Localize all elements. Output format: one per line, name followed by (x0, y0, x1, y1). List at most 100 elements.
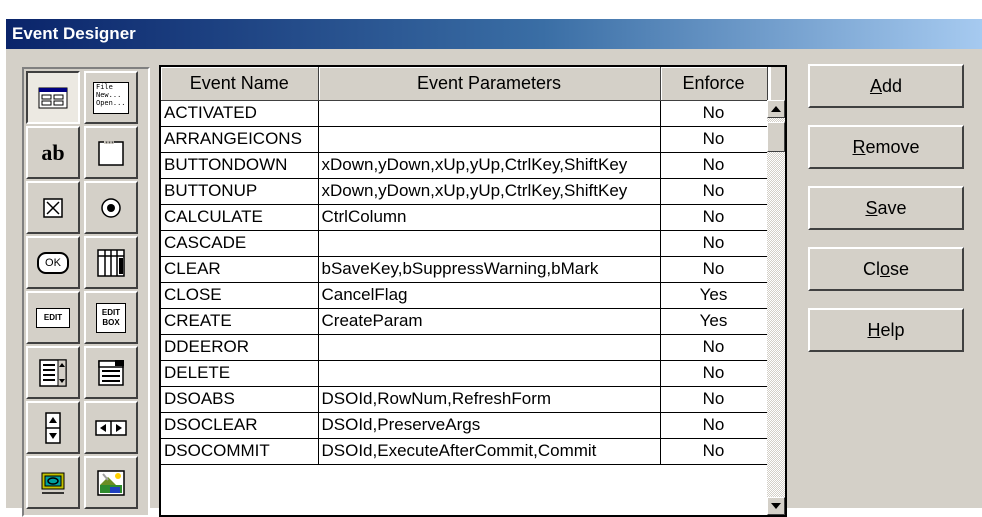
add-button[interactable]: Add (808, 64, 964, 108)
cell-event-name[interactable]: CLEAR (161, 256, 319, 283)
cell-event-parameters[interactable]: DSOId,PreserveArgs (318, 412, 661, 439)
cell-enforce[interactable]: Yes (660, 308, 768, 335)
cell-enforce[interactable]: No (660, 152, 768, 179)
edit-tool-icon[interactable]: EDIT (26, 291, 80, 344)
menu-tool-label: File New... Open... (93, 81, 129, 114)
cell-event-parameters[interactable] (318, 126, 661, 153)
event-table: Event Name Event Parameters Enforce ACTI… (161, 67, 768, 465)
table-row[interactable]: ACTIVATED No (161, 100, 768, 127)
edit-box-tool-icon[interactable]: EDIT BOX (84, 291, 138, 344)
cell-enforce[interactable]: No (660, 204, 768, 231)
form-tool-icon[interactable] (26, 71, 80, 124)
cell-event-name[interactable]: DSOABS (161, 386, 319, 413)
label-tool-text: ab (41, 139, 65, 165)
cell-enforce[interactable]: Yes (660, 282, 768, 309)
save-button[interactable]: Save (808, 186, 964, 230)
cell-event-name[interactable]: BUTTONDOWN (161, 152, 319, 179)
scroll-up-icon[interactable] (767, 100, 785, 118)
header-row: Event Name Event Parameters Enforce (161, 67, 768, 101)
cell-enforce[interactable]: No (660, 256, 768, 283)
title-bar[interactable]: Event Designer (6, 19, 982, 49)
horizontal-spin-tool-icon[interactable] (84, 401, 138, 454)
cell-event-name[interactable]: DSOCLEAR (161, 412, 319, 439)
cell-event-name[interactable]: DELETE (161, 360, 319, 387)
save-button-label: Save (865, 197, 907, 218)
cell-event-parameters[interactable]: xDown,yDown,xUp,yUp,CtrlKey,ShiftKey (318, 152, 661, 179)
table-row[interactable]: DSOCLEAR DSOId,PreserveArgs No (161, 412, 768, 439)
vertical-spin-tool-icon[interactable] (26, 401, 80, 454)
remove-button[interactable]: Remove (808, 125, 964, 169)
cell-event-parameters[interactable]: DSOId,ExecuteAfterCommit,Commit (318, 438, 661, 465)
column-header-event-parameters[interactable]: Event Parameters (318, 67, 661, 101)
cell-event-parameters[interactable]: CancelFlag (318, 282, 661, 309)
cell-enforce[interactable]: No (660, 230, 768, 257)
edit-box-tool-label: EDIT BOX (96, 302, 126, 333)
event-grid: Event Name Event Parameters Enforce ACTI… (159, 65, 787, 517)
table-row[interactable]: CREATE CreateParam Yes (161, 308, 768, 335)
cell-event-parameters[interactable] (318, 100, 661, 127)
table-row[interactable]: CASCADE No (161, 230, 768, 257)
cell-event-name[interactable]: DSOCOMMIT (161, 438, 319, 465)
cell-event-name[interactable]: CALCULATE (161, 204, 319, 231)
cell-enforce[interactable]: No (660, 100, 768, 127)
edit-tool-label: EDIT (36, 307, 70, 328)
cell-enforce[interactable]: No (660, 360, 768, 387)
command-button-tool-icon[interactable]: OK (26, 236, 80, 289)
close-button[interactable]: Close (808, 247, 964, 291)
label-tool-icon[interactable]: ab (26, 126, 80, 179)
ole-control-tool-icon[interactable] (26, 456, 80, 509)
table-row[interactable]: ARRANGEICONS No (161, 126, 768, 153)
grid-tool-icon[interactable] (84, 236, 138, 289)
cell-event-parameters[interactable] (318, 230, 661, 257)
cell-enforce[interactable]: No (660, 438, 768, 465)
cell-event-parameters[interactable]: bSaveKey,bSuppressWarning,bMark (318, 256, 661, 283)
cell-event-parameters[interactable]: CtrlColumn (318, 204, 661, 231)
cell-enforce[interactable]: No (660, 334, 768, 361)
table-row[interactable]: DELETE No (161, 360, 768, 387)
cell-event-name[interactable]: BUTTONUP (161, 178, 319, 205)
table-row[interactable]: CALCULATE CtrlColumn No (161, 204, 768, 231)
column-header-enforce[interactable]: Enforce (660, 67, 768, 101)
table-row[interactable]: DSOABS DSOId,RowNum,RefreshForm No (161, 386, 768, 413)
table-row[interactable]: DDEEROR No (161, 334, 768, 361)
cell-event-name[interactable]: DDEEROR (161, 334, 319, 361)
close-button-label: Close (862, 258, 910, 279)
cell-event-name[interactable]: ACTIVATED (161, 100, 319, 127)
cell-enforce[interactable]: No (660, 126, 768, 153)
cell-enforce[interactable]: No (660, 412, 768, 439)
cell-event-parameters[interactable]: CreateParam (318, 308, 661, 335)
table-row[interactable]: CLEAR bSaveKey,bSuppressWarning,bMark No (161, 256, 768, 283)
command-button-tool-label: OK (37, 251, 69, 274)
cell-event-parameters[interactable]: DSOId,RowNum,RefreshForm (318, 386, 661, 413)
cell-event-parameters[interactable]: xDown,yDown,xUp,yUp,CtrlKey,ShiftKey (318, 178, 661, 205)
event-designer-window: Event Designer File New... Open... ab **… (5, 18, 982, 517)
scroll-down-icon[interactable] (767, 497, 785, 515)
cell-event-parameters[interactable] (318, 360, 661, 387)
cell-enforce[interactable]: No (660, 178, 768, 205)
control-palette: File New... Open... ab *** OK EDIT EDIT … (22, 67, 150, 517)
list-box-tool-icon[interactable] (26, 346, 80, 399)
vertical-scrollbar[interactable] (767, 100, 785, 515)
cell-event-name[interactable]: CASCADE (161, 230, 319, 257)
cell-event-parameters[interactable] (318, 334, 661, 361)
svg-text:***: *** (105, 141, 114, 147)
table-row[interactable]: DSOCOMMIT DSOId,ExecuteAfterCommit,Commit… (161, 438, 768, 465)
frame-tool-icon[interactable]: *** (84, 126, 138, 179)
column-header-event-name[interactable]: Event Name (161, 67, 319, 101)
cell-event-name[interactable]: CREATE (161, 308, 319, 335)
checkbox-tool-icon[interactable] (26, 181, 80, 234)
remove-button-label: Remove (852, 136, 920, 157)
help-button[interactable]: Help (808, 308, 964, 352)
cell-event-name[interactable]: CLOSE (161, 282, 319, 309)
cell-enforce[interactable]: No (660, 386, 768, 413)
combo-box-tool-icon[interactable] (84, 346, 138, 399)
table-row[interactable]: CLOSE CancelFlag Yes (161, 282, 768, 309)
image-tool-icon[interactable] (84, 456, 138, 509)
menu-tool-icon[interactable]: File New... Open... (84, 71, 138, 124)
help-button-label: Help (867, 319, 905, 340)
radio-button-tool-icon[interactable] (84, 181, 138, 234)
cell-event-name[interactable]: ARRANGEICONS (161, 126, 319, 153)
table-row[interactable]: BUTTONDOWN xDown,yDown,xUp,yUp,CtrlKey,Sh… (161, 152, 768, 179)
table-row[interactable]: BUTTONUP xDown,yDown,xUp,yUp,CtrlKey,Shif… (161, 178, 768, 205)
scroll-thumb[interactable] (767, 122, 785, 152)
